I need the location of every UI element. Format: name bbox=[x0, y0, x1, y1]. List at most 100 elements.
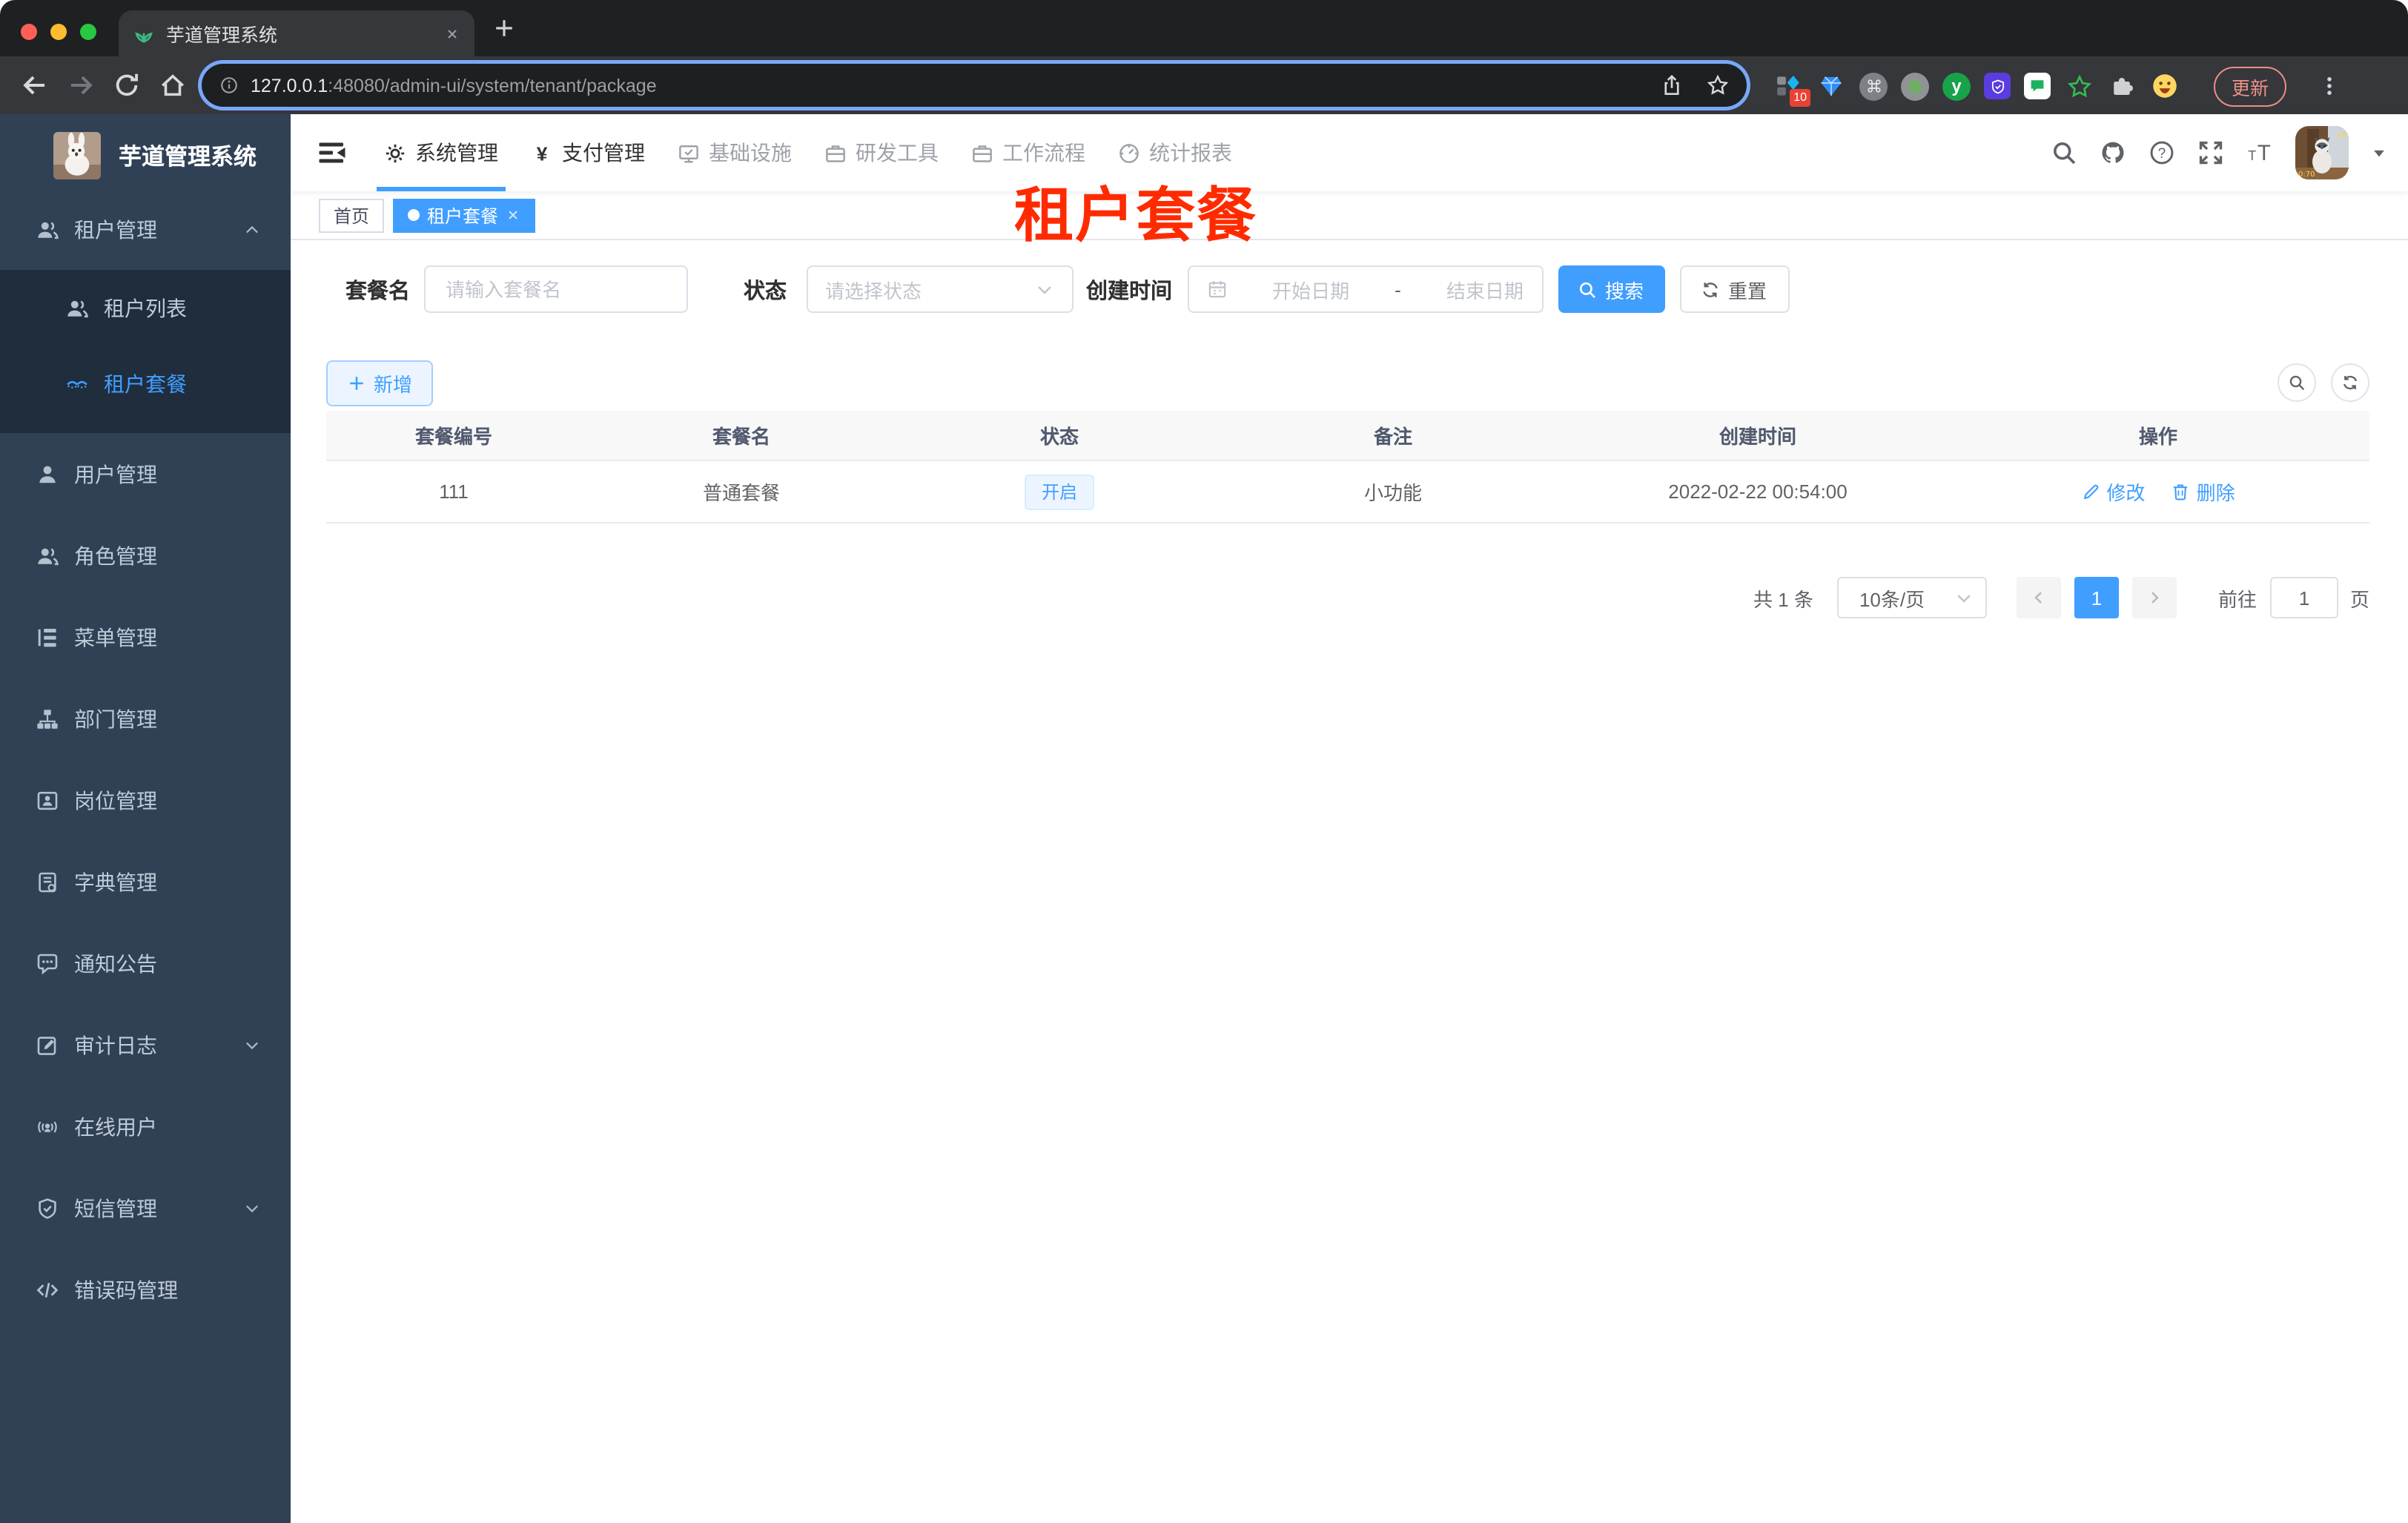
back-button[interactable] bbox=[21, 71, 49, 99]
sidebar-item-租户列表[interactable]: 租户列表 bbox=[0, 270, 291, 346]
date-range-picker[interactable]: 开始日期 - 结束日期 bbox=[1187, 265, 1543, 313]
tags-view-bar: 首页 租户套餐 bbox=[291, 191, 2408, 240]
shield-icon bbox=[36, 1196, 59, 1220]
forward-button[interactable] bbox=[67, 71, 95, 99]
tag-active-dot bbox=[408, 209, 420, 221]
status-badge: 开启 bbox=[1025, 474, 1094, 509]
package-name-input[interactable] bbox=[423, 265, 687, 313]
browser-toolbar: 127.0.0.1:48080/admin-ui/system/tenant/p… bbox=[0, 56, 2408, 114]
prev-page-button[interactable] bbox=[2016, 577, 2061, 618]
address-bar[interactable]: 127.0.0.1:48080/admin-ui/system/tenant/p… bbox=[202, 64, 1747, 107]
browser-update-button[interactable]: 更新 bbox=[2214, 66, 2287, 106]
avatar[interactable] bbox=[2295, 126, 2349, 179]
nav-item-支付管理[interactable]: 支付管理 bbox=[515, 114, 661, 191]
sidebar-item-label: 菜单管理 bbox=[74, 625, 157, 649]
new-tab-button[interactable] bbox=[492, 16, 516, 40]
window-zoom-button[interactable] bbox=[80, 24, 96, 40]
search-button[interactable]: 搜索 bbox=[1558, 265, 1664, 313]
table-header-row: 套餐编号 套餐名 状态 备注 创建时间 操作 bbox=[326, 411, 2369, 461]
extension-gem-icon[interactable] bbox=[1816, 71, 1846, 101]
browser-tab[interactable]: 芋道管理系统 bbox=[119, 10, 474, 56]
pagination: 共 1 条 10条/页 1 前往 页 bbox=[1753, 577, 2369, 618]
delete-action-link[interactable]: 删除 bbox=[2172, 478, 2235, 506]
sidebar-item-岗位管理[interactable]: 岗位管理 bbox=[0, 759, 291, 841]
trash-icon bbox=[2172, 482, 2191, 501]
extension-tiles-icon[interactable]: 10 bbox=[1773, 71, 1810, 107]
extension-chat-icon[interactable] bbox=[2024, 73, 2051, 99]
share-icon[interactable] bbox=[1661, 74, 1683, 96]
sidebar-item-label: 岗位管理 bbox=[74, 788, 157, 812]
page-size-select[interactable]: 10条/页 bbox=[1836, 577, 1987, 618]
site-info-icon[interactable] bbox=[219, 76, 239, 95]
sidebar-item-短信管理[interactable]: 短信管理 bbox=[0, 1167, 291, 1249]
bookmark-star-icon[interactable] bbox=[1707, 74, 1729, 96]
extension-puzzle-icon[interactable] bbox=[2107, 71, 2137, 101]
sidebar-item-角色管理[interactable]: 角色管理 bbox=[0, 515, 291, 596]
sidebar-item-通知公告[interactable]: 通知公告 bbox=[0, 922, 291, 1004]
nav-item-基础设施[interactable]: 基础设施 bbox=[661, 114, 808, 191]
column-header: 操作 bbox=[2138, 426, 2177, 448]
tab-close-icon[interactable] bbox=[445, 26, 460, 41]
help-icon[interactable] bbox=[2149, 139, 2175, 166]
sidebar-item-label: 字典管理 bbox=[74, 870, 157, 893]
sidebar-item-租户套餐[interactable]: 租户套餐 bbox=[0, 346, 291, 421]
sidebar-item-label: 审计日志 bbox=[74, 1033, 157, 1057]
extension-star-icon[interactable] bbox=[2064, 71, 2094, 101]
window-close-button[interactable] bbox=[21, 24, 37, 40]
nav-item-系统管理[interactable]: 系统管理 bbox=[368, 114, 515, 191]
briefcase-icon bbox=[971, 142, 993, 164]
chevron-down-icon bbox=[1034, 280, 1054, 299]
nav-item-研发工具[interactable]: 研发工具 bbox=[808, 114, 955, 191]
sidebar-item-字典管理[interactable]: 字典管理 bbox=[0, 841, 291, 922]
edit-action-link[interactable]: 修改 bbox=[2081, 478, 2145, 506]
fullscreen-icon[interactable] bbox=[2197, 139, 2224, 166]
create-time-label: 创建时间 bbox=[1086, 280, 1172, 303]
tag-首页[interactable]: 首页 bbox=[319, 198, 385, 232]
reset-button[interactable]: 重置 bbox=[1679, 265, 1789, 313]
extension-emoji-icon[interactable] bbox=[2150, 71, 2180, 101]
current-page-button[interactable]: 1 bbox=[2074, 577, 2119, 618]
red-annotation-text: 租户套餐 bbox=[1014, 184, 1257, 249]
search-button-icon bbox=[1578, 280, 1598, 299]
chevron-down-icon bbox=[1954, 588, 1974, 607]
close-icon bbox=[506, 208, 520, 222]
users-icon bbox=[65, 296, 89, 320]
sidebar-item-用户管理[interactable]: 用户管理 bbox=[0, 433, 291, 515]
sidebar-collapse-icon[interactable] bbox=[317, 138, 347, 168]
next-page-button[interactable] bbox=[2131, 577, 2177, 618]
github-icon[interactable] bbox=[2100, 139, 2126, 166]
extension-shield-icon[interactable] bbox=[1984, 73, 2011, 99]
window-minimize-button[interactable] bbox=[50, 24, 67, 40]
nav-item-工作流程[interactable]: 工作流程 bbox=[955, 114, 1102, 191]
sidebar-item-菜单管理[interactable]: 菜单管理 bbox=[0, 596, 291, 678]
tag-租户套餐[interactable]: 租户套餐 bbox=[393, 198, 536, 232]
table-refresh-button[interactable] bbox=[2331, 363, 2369, 402]
sidebar-item-在线用户[interactable]: 在线用户 bbox=[0, 1086, 291, 1167]
column-header: 套餐名 bbox=[712, 426, 770, 448]
table-search-toggle-button[interactable] bbox=[2278, 363, 2316, 402]
yen-icon bbox=[531, 142, 553, 164]
sidebar-item-label: 租户管理 bbox=[74, 217, 157, 241]
sidebar-logo: 芋道管理系统 bbox=[0, 123, 291, 188]
extension-y-icon[interactable]: y bbox=[1942, 72, 1971, 100]
status-select[interactable]: 请选择状态 bbox=[806, 265, 1073, 313]
sidebar-item-租户管理[interactable]: 租户管理 bbox=[0, 188, 291, 270]
goto-page-input[interactable] bbox=[2269, 577, 2338, 618]
extension-dot-icon[interactable] bbox=[1901, 72, 1929, 100]
reload-button[interactable] bbox=[113, 71, 141, 99]
browser-menu-icon[interactable] bbox=[2318, 74, 2341, 98]
search-icon[interactable] bbox=[2051, 139, 2077, 166]
sidebar-item-审计日志[interactable]: 审计日志 bbox=[0, 1004, 291, 1086]
nav-item-label: 系统管理 bbox=[415, 141, 498, 165]
extension-command-icon[interactable] bbox=[1859, 72, 1888, 100]
dict-icon bbox=[36, 870, 59, 893]
font-size-icon[interactable] bbox=[2246, 139, 2273, 166]
sidebar-item-错误码管理[interactable]: 错误码管理 bbox=[0, 1249, 291, 1330]
home-button[interactable] bbox=[159, 71, 187, 99]
code-icon bbox=[36, 1278, 59, 1301]
sidebar-item-部门管理[interactable]: 部门管理 bbox=[0, 678, 291, 759]
nav-item-统计报表[interactable]: 统计报表 bbox=[1102, 114, 1248, 191]
avatar-caret-icon[interactable] bbox=[2371, 145, 2387, 161]
add-button[interactable]: 新增 bbox=[326, 360, 433, 406]
tab-title: 芋道管理系统 bbox=[166, 25, 278, 46]
